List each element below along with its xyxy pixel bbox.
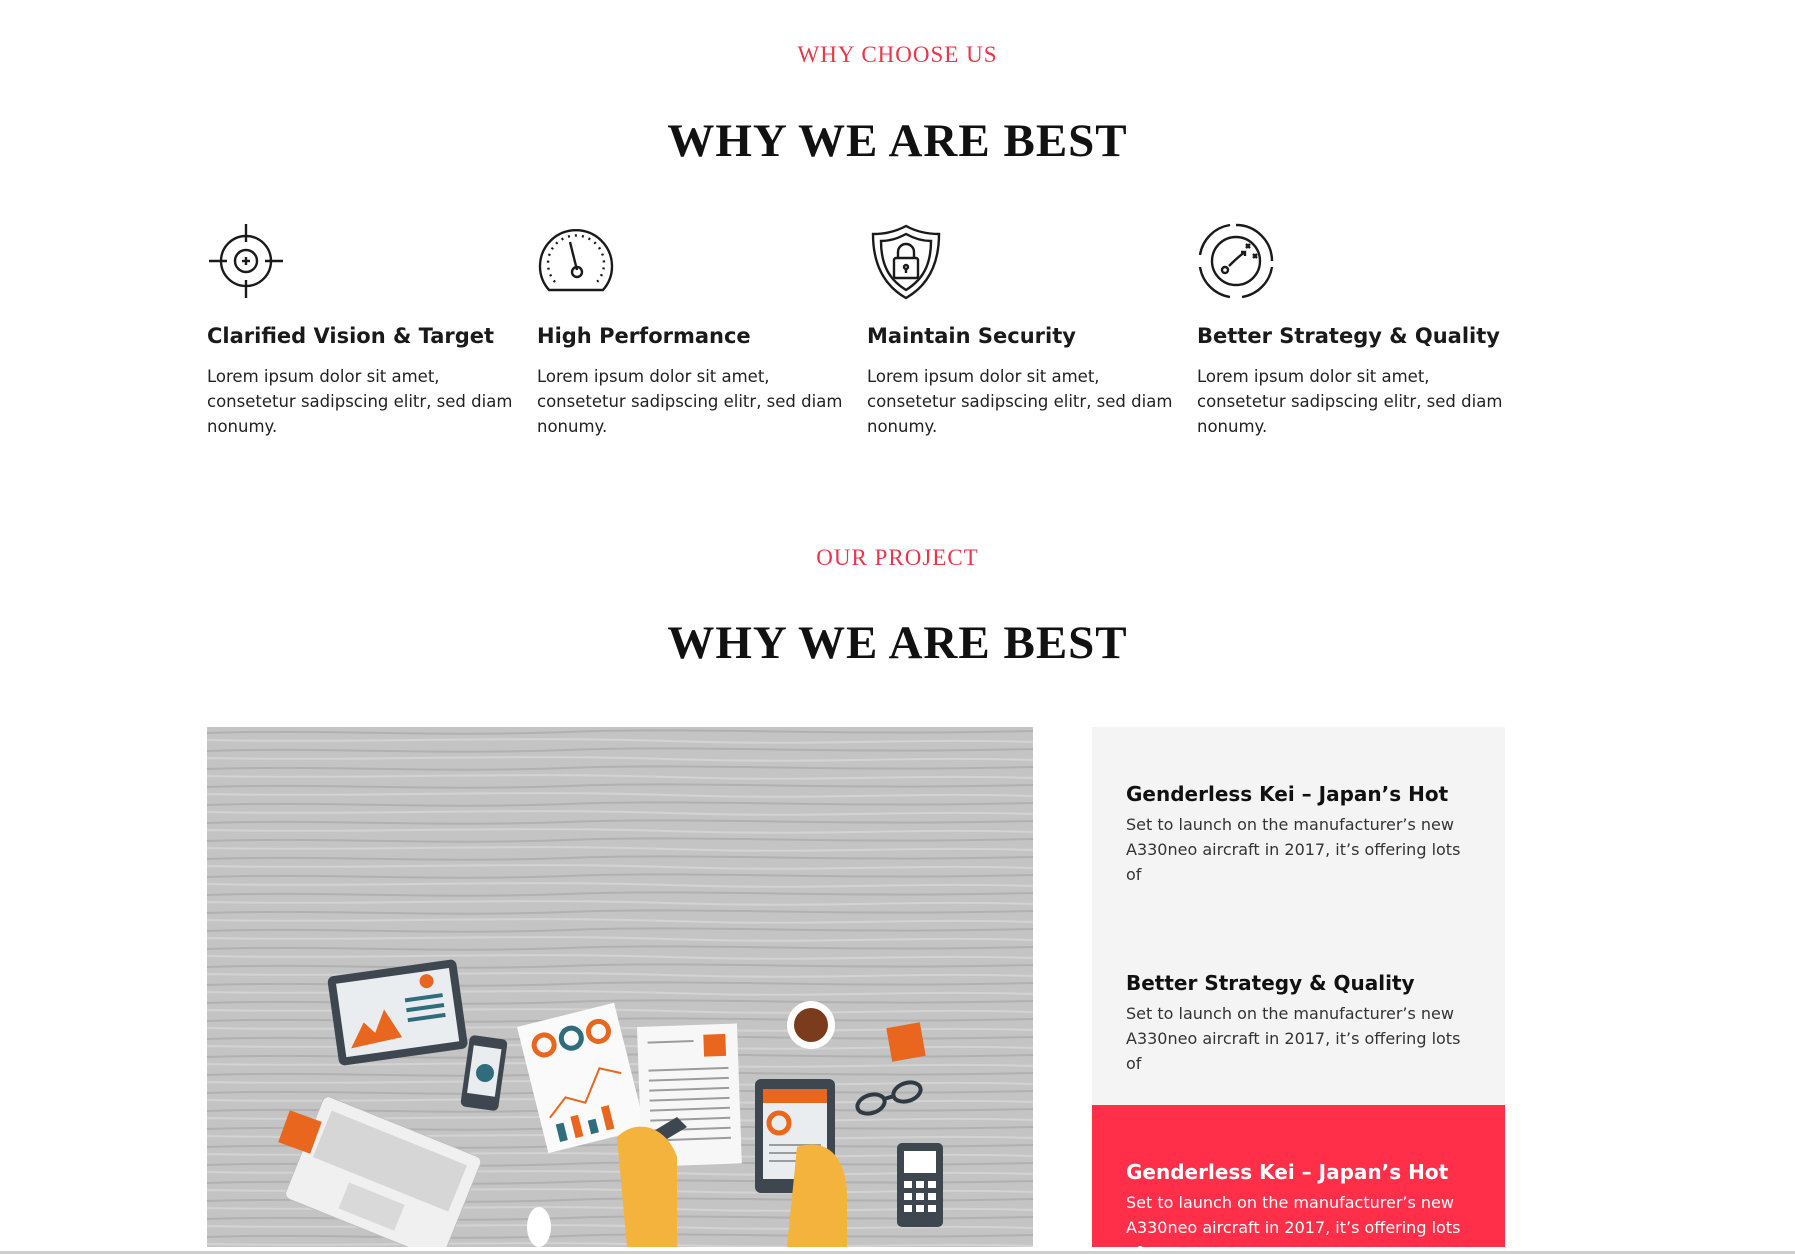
project-item-text: Set to launch on the manufacturer’s new … — [1126, 1193, 1461, 1254]
section-heading-why-best: WHY WE ARE BEST — [667, 115, 1128, 167]
project-item-title: Genderless Kei – Japan’s Hot — [1126, 782, 1449, 806]
feature-performance: High Performance Lorem ipsum dolor sit a… — [537, 222, 842, 439]
feature-text: Lorem ipsum dolor sit amet, consetetur s… — [867, 367, 1173, 436]
feature-strategy: Better Strategy & Quality Lorem ipsum do… — [1197, 222, 1502, 439]
section-eyebrow-our-project: OUR PROJECT — [816, 545, 979, 570]
project-list-item[interactable]: Better Strategy & Quality Set to launch … — [1092, 916, 1505, 1105]
project-item-title: Better Strategy & Quality — [1126, 971, 1415, 995]
project-list: Genderless Kei – Japan’s Hot Set to laun… — [1092, 727, 1505, 1254]
feature-title: High Performance — [537, 324, 751, 348]
feature-title: Maintain Security — [867, 324, 1076, 348]
feature-title: Better Strategy & Quality — [1197, 324, 1500, 348]
feature-vision: Clarified Vision & Target Lorem ipsum do… — [207, 222, 512, 439]
project-item-text: Set to launch on the manufacturer’s new … — [1126, 815, 1461, 884]
shield-lock-icon — [867, 222, 945, 300]
section-eyebrow-why-choose: WHY CHOOSE US — [797, 42, 998, 67]
speedometer-icon — [537, 222, 615, 300]
feature-text: Lorem ipsum dolor sit amet, consetetur s… — [537, 367, 843, 436]
project-item-text: Set to launch on the manufacturer’s new … — [1126, 1004, 1461, 1073]
project-item-title: Genderless Kei – Japan’s Hot — [1126, 1160, 1449, 1184]
feature-text: Lorem ipsum dolor sit amet, consetetur s… — [1197, 367, 1503, 436]
feature-security: Maintain Security Lorem ipsum dolor sit … — [867, 222, 1172, 439]
feature-title: Clarified Vision & Target — [207, 324, 495, 348]
strategy-icon — [1197, 222, 1275, 300]
feature-text: Lorem ipsum dolor sit amet, consetetur s… — [207, 367, 513, 436]
features-row: Clarified Vision & Target Lorem ipsum do… — [207, 222, 1527, 462]
section-heading-project: WHY WE ARE BEST — [667, 617, 1128, 669]
project-list-item-active[interactable]: Genderless Kei – Japan’s Hot Set to laun… — [1092, 1105, 1505, 1254]
target-icon — [207, 222, 285, 300]
project-list-item[interactable]: Genderless Kei – Japan’s Hot Set to laun… — [1092, 727, 1505, 916]
workspace-illustration — [207, 727, 1033, 1247]
